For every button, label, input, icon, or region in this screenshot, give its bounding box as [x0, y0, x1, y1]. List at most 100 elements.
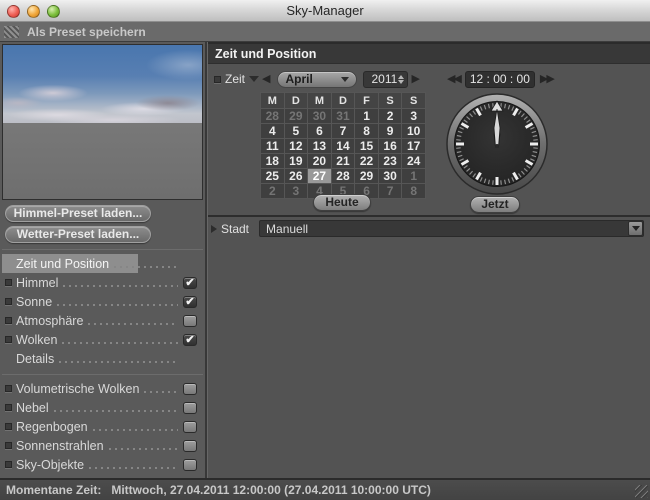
calendar-day[interactable]: 24: [402, 154, 426, 169]
enable-box-icon[interactable]: [5, 336, 12, 343]
calendar-day[interactable]: 7: [378, 184, 402, 199]
enable-box-icon[interactable]: [5, 404, 12, 411]
calendar-day[interactable]: 10: [402, 124, 426, 139]
time-field[interactable]: 12 : 00 : 00: [465, 71, 535, 88]
calendar-day[interactable]: 30: [378, 169, 402, 184]
load-weather-preset-button[interactable]: Wetter-Preset laden...: [5, 226, 151, 243]
time-forward-button[interactable]: ▶▶: [540, 74, 553, 85]
toggle-checkbox-unchecked[interactable]: [183, 402, 197, 414]
calendar-day[interactable]: 19: [284, 154, 308, 169]
calendar-day[interactable]: 29: [355, 169, 379, 184]
zeit-label: Zeit: [225, 72, 245, 86]
sidebar-item-sonne[interactable]: Sonne✔: [2, 292, 203, 311]
next-month-button[interactable]: ▶: [411, 74, 419, 85]
calendar-day[interactable]: 3: [284, 184, 308, 199]
minimize-icon[interactable]: [27, 5, 40, 18]
spin-down-icon[interactable]: [398, 80, 404, 84]
calendar-day[interactable]: 12: [284, 139, 308, 154]
sidebar-item-nebel[interactable]: Nebel: [2, 398, 203, 417]
calendar-day[interactable]: 25: [261, 169, 285, 184]
calendar-day[interactable]: 8: [402, 184, 426, 199]
calendar-day[interactable]: 1: [355, 109, 379, 124]
zoom-icon[interactable]: [47, 5, 60, 18]
month-dropdown[interactable]: April: [277, 71, 357, 88]
calendar-day[interactable]: 17: [402, 139, 426, 154]
calendar-day[interactable]: 30: [308, 109, 332, 124]
zeit-dropdown-icon[interactable]: [249, 76, 259, 82]
calendar-day[interactable]: 2: [261, 184, 285, 199]
calendar-day[interactable]: 22: [355, 154, 379, 169]
calendar-day[interactable]: 3: [402, 109, 426, 124]
year-spinner-arrows[interactable]: [398, 75, 404, 84]
calendar-day[interactable]: 31: [331, 109, 355, 124]
sidebar-item-zeit-und-position[interactable]: Zeit und Position: [2, 254, 203, 273]
calendar-day[interactable]: 4: [261, 124, 285, 139]
calendar-day[interactable]: 1: [402, 169, 426, 184]
calendar-day[interactable]: 6: [308, 124, 332, 139]
load-sky-preset-button[interactable]: Himmel-Preset laden...: [5, 205, 151, 222]
drag-grip-icon[interactable]: [4, 26, 19, 38]
stadt-dropdown[interactable]: Manuell: [259, 220, 644, 237]
calendar-day[interactable]: 8: [355, 124, 379, 139]
calendar-day[interactable]: 18: [261, 154, 285, 169]
calendar-day[interactable]: 29: [284, 109, 308, 124]
calendar-day[interactable]: 7: [331, 124, 355, 139]
expand-triangle-icon[interactable]: [211, 225, 217, 233]
toggle-checkbox-unchecked[interactable]: [183, 459, 197, 471]
calendar-day[interactable]: 26: [284, 169, 308, 184]
toggle-checkbox-unchecked[interactable]: [183, 315, 197, 327]
main-area: Himmel-Preset laden... Wetter-Preset lad…: [0, 42, 650, 478]
sidebar-item-volumetrische-wolken[interactable]: Volumetrische Wolken: [2, 379, 203, 398]
calendar-day-selected[interactable]: 27: [308, 169, 332, 184]
time-back-button[interactable]: ◀◀: [447, 74, 460, 85]
enable-box-icon[interactable]: [5, 461, 12, 468]
calendar-day[interactable]: 15: [355, 139, 379, 154]
enable-box-icon[interactable]: [5, 317, 12, 324]
calendar-day[interactable]: 21: [331, 154, 355, 169]
sidebar-item-atmosph-re[interactable]: Atmosphäre: [2, 311, 203, 330]
toggle-checkbox-checked[interactable]: ✔: [183, 296, 197, 308]
calendar-week-row: 28293031123: [261, 109, 426, 124]
jetzt-button[interactable]: Jetzt: [470, 196, 520, 213]
calendar-day[interactable]: 5: [284, 124, 308, 139]
calendar-day[interactable]: 14: [331, 139, 355, 154]
sidebar-item-sonnenstrahlen[interactable]: Sonnenstrahlen: [2, 436, 203, 455]
calendar-day[interactable]: 20: [308, 154, 332, 169]
window-title: Sky-Manager: [286, 3, 363, 18]
enable-box-icon[interactable]: [5, 298, 12, 305]
heute-button[interactable]: Heute: [313, 194, 371, 211]
enable-box-icon[interactable]: [5, 442, 12, 449]
sidebar-item-himmel[interactable]: Himmel✔: [2, 273, 203, 292]
prev-month-button[interactable]: ◀: [262, 74, 270, 85]
calendar-day[interactable]: 2: [378, 109, 402, 124]
calendar-day[interactable]: 23: [378, 154, 402, 169]
calendar-day[interactable]: 16: [378, 139, 402, 154]
calendar-day[interactable]: 9: [378, 124, 402, 139]
calendar-day[interactable]: 28: [261, 109, 285, 124]
enable-box-icon[interactable]: [5, 279, 12, 286]
calendar-day[interactable]: 28: [331, 169, 355, 184]
zeit-checkbox[interactable]: [214, 76, 221, 83]
time-controls: Zeit ◀ April 2011 ▶ ◀◀ 12 : 00 : 00: [208, 69, 650, 89]
toggle-checkbox-checked[interactable]: ✔: [183, 277, 197, 289]
calendar-day[interactable]: 11: [261, 139, 285, 154]
close-icon[interactable]: [7, 5, 20, 18]
resize-grip[interactable]: [635, 485, 648, 498]
titlebar[interactable]: Sky-Manager: [0, 0, 650, 22]
menu-save-preset[interactable]: Als Preset speichern: [27, 25, 146, 39]
toggle-checkbox-unchecked[interactable]: [183, 383, 197, 395]
analog-clock[interactable]: [445, 92, 549, 196]
stadt-dropdown-button[interactable]: [628, 221, 643, 236]
toggle-checkbox-unchecked[interactable]: [183, 440, 197, 452]
sidebar-item-details[interactable]: Details: [2, 349, 203, 368]
sidebar-item-wolken[interactable]: Wolken✔: [2, 330, 203, 349]
toggle-checkbox-checked[interactable]: ✔: [183, 334, 197, 346]
spin-up-icon[interactable]: [398, 75, 404, 79]
enable-box-icon[interactable]: [5, 423, 12, 430]
toggle-checkbox-unchecked[interactable]: [183, 421, 197, 433]
year-spinner[interactable]: 2011: [363, 71, 408, 88]
sidebar-item-sky-objekte[interactable]: Sky-Objekte: [2, 455, 203, 474]
sidebar-item-regenbogen[interactable]: Regenbogen: [2, 417, 203, 436]
enable-box-icon[interactable]: [5, 385, 12, 392]
calendar-day[interactable]: 13: [308, 139, 332, 154]
